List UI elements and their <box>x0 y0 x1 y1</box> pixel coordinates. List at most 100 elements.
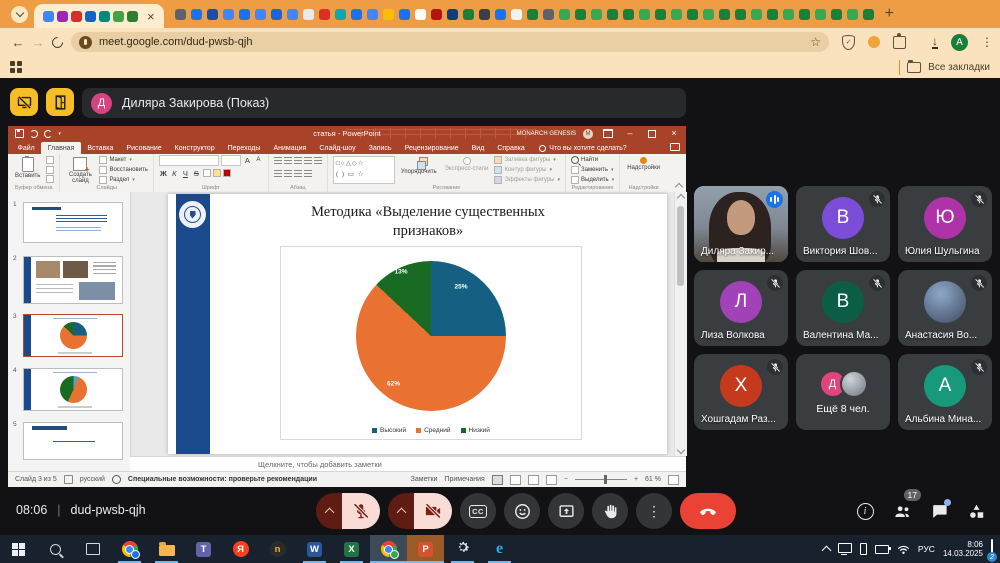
zoom-slider-thumb[interactable] <box>604 475 607 484</box>
slide-thumbnail-5[interactable]: 5 <box>8 420 130 462</box>
browser-tab[interactable] <box>351 9 362 20</box>
camera-options-button[interactable] <box>388 493 414 529</box>
downloads-icon[interactable]: ↓ <box>932 36 938 49</box>
slide-thumbnail-1[interactable]: 1 <box>8 200 130 245</box>
browser-tab[interactable] <box>447 9 458 20</box>
camera-off-button[interactable] <box>414 493 452 529</box>
language-indicator[interactable]: русский <box>80 476 105 483</box>
scroll-up-icon[interactable] <box>677 194 685 202</box>
taskbar-monarch-app[interactable]: n <box>259 535 296 563</box>
browser-tab[interactable] <box>431 9 442 20</box>
browser-tab[interactable] <box>751 9 762 20</box>
new-slide-button[interactable]: Создать слайд <box>65 156 95 185</box>
mic-in-use-icon[interactable] <box>79 36 92 49</box>
taskbar-edge[interactable]: e <box>481 535 518 563</box>
redo-icon[interactable] <box>44 130 52 138</box>
taskbar-chrome[interactable] <box>111 535 148 563</box>
reading-view-icon[interactable] <box>528 475 539 485</box>
participant-tile[interactable]: ВВалентина Ма... <box>796 270 890 346</box>
more-options-button[interactable]: ⋮ <box>636 493 672 529</box>
close-button[interactable]: × <box>667 126 681 141</box>
participant-tile[interactable]: ВВиктория Шов... <box>796 186 890 262</box>
taskbar-search-button[interactable] <box>37 535 74 563</box>
meeting-details-button[interactable]: i <box>855 501 875 521</box>
browser-tab[interactable] <box>559 9 570 20</box>
slide-title[interactable]: Методика «Выделение существенных признак… <box>283 203 573 241</box>
scroll-down-icon[interactable] <box>677 446 685 454</box>
browser-tab[interactable] <box>287 9 298 20</box>
participant-tile[interactable]: Диляра Закир... <box>694 186 788 262</box>
browser-tab[interactable] <box>543 9 554 20</box>
reactions-button[interactable] <box>504 493 540 529</box>
comments-icon[interactable] <box>670 143 680 151</box>
arrange-button[interactable]: Упорядочить <box>399 156 439 176</box>
battery-icon[interactable] <box>875 545 889 554</box>
all-bookmarks[interactable]: Все закладки <box>899 60 990 75</box>
browser-tab[interactable] <box>495 9 506 20</box>
slide-thumbnail-3[interactable]: 3 <box>8 312 130 359</box>
account-avatar[interactable]: M <box>583 129 593 139</box>
collapse-ribbon-icon[interactable] <box>675 183 683 191</box>
restore-button[interactable] <box>648 130 656 138</box>
browser-tab[interactable] <box>527 9 538 20</box>
forward-button[interactable]: → <box>28 35 48 50</box>
taskbar-start-button[interactable] <box>0 535 37 563</box>
browser-tab[interactable] <box>799 9 810 20</box>
mic-options-button[interactable] <box>316 493 342 529</box>
shield-icon[interactable]: ✓ <box>842 35 855 50</box>
taskbar-powerpoint-active[interactable]: P <box>407 535 444 563</box>
browser-tab[interactable] <box>767 9 778 20</box>
browser-tab[interactable] <box>671 9 682 20</box>
notes-toggle[interactable]: Заметки <box>411 476 438 483</box>
browser-tab[interactable] <box>207 9 218 20</box>
browser-tab[interactable] <box>511 9 522 20</box>
browser-tab[interactable] <box>255 9 266 20</box>
layout-button[interactable]: Макет <box>99 156 147 165</box>
browser-tab[interactable] <box>831 9 842 20</box>
clock[interactable]: 8:06 14.03.2025 <box>943 540 983 559</box>
browser-tab[interactable] <box>815 9 826 20</box>
comments-toggle[interactable]: Примечания <box>444 476 484 483</box>
mic-off-button[interactable] <box>342 493 380 529</box>
zoom-out-button[interactable]: − <box>564 476 568 483</box>
find-button[interactable]: Найти <box>571 156 614 165</box>
browser-tab[interactable] <box>607 9 618 20</box>
slideshow-icon[interactable] <box>546 475 557 485</box>
tell-me-box[interactable]: Что вы хотите сделать? <box>539 145 626 154</box>
replace-button[interactable]: Заменить <box>571 166 614 175</box>
browser-tab[interactable] <box>175 9 186 20</box>
participant-tile[interactable]: ДЕщё 8 чел. <box>796 354 890 430</box>
taskbar-word[interactable]: W <box>296 535 333 563</box>
taskbar-excel[interactable]: X <box>333 535 370 563</box>
minimize-button[interactable]: – <box>623 126 637 141</box>
participant-tile[interactable]: Анастасия Во... <box>898 270 992 346</box>
ribbon-tab-2[interactable]: Главная <box>41 142 81 154</box>
apps-grid-icon[interactable] <box>10 61 22 73</box>
addins-button[interactable]: Надстройки <box>625 156 662 172</box>
taskbar-task-view-button[interactable] <box>74 535 111 563</box>
fit-slide-icon[interactable] <box>668 475 679 485</box>
notes-pane[interactable]: Щелкните, чтобы добавить заметки <box>130 456 686 471</box>
wifi-icon[interactable] <box>897 544 910 555</box>
undo-icon[interactable] <box>30 130 38 138</box>
address-bar[interactable]: meet.google.com/dud-pwsb-qjh ☆ <box>71 32 829 52</box>
taskbar-yandex-browser[interactable]: Я <box>222 535 259 563</box>
quick-styles-button[interactable]: Экспресс-стили <box>443 156 491 173</box>
bookmark-star-icon[interactable]: ☆ <box>810 35 821 49</box>
shapes-gallery[interactable]: □○△◇☆( ) ▭ ☆ <box>333 156 395 184</box>
browser-tab[interactable] <box>639 9 650 20</box>
language-indicator[interactable]: РУС <box>918 544 935 554</box>
active-tab[interactable]: × <box>34 4 164 28</box>
browser-tab[interactable] <box>319 9 330 20</box>
people-panel-button[interactable]: 17 <box>892 501 912 521</box>
bold-button[interactable]: Ж <box>159 169 168 178</box>
paste-button[interactable]: Вставить <box>13 156 42 180</box>
browser-tab[interactable] <box>575 9 586 20</box>
browser-tab[interactable] <box>623 9 634 20</box>
zoom-slider[interactable] <box>575 479 627 480</box>
participant-tile[interactable]: ААльбина Мина... <box>898 354 992 430</box>
ribbon-tab-7[interactable]: Анимация <box>267 142 313 154</box>
taskbar-settings[interactable] <box>444 535 481 563</box>
slide-sorter-icon[interactable] <box>510 475 521 485</box>
ribbon-tab-5[interactable]: Конструктор <box>168 142 221 154</box>
